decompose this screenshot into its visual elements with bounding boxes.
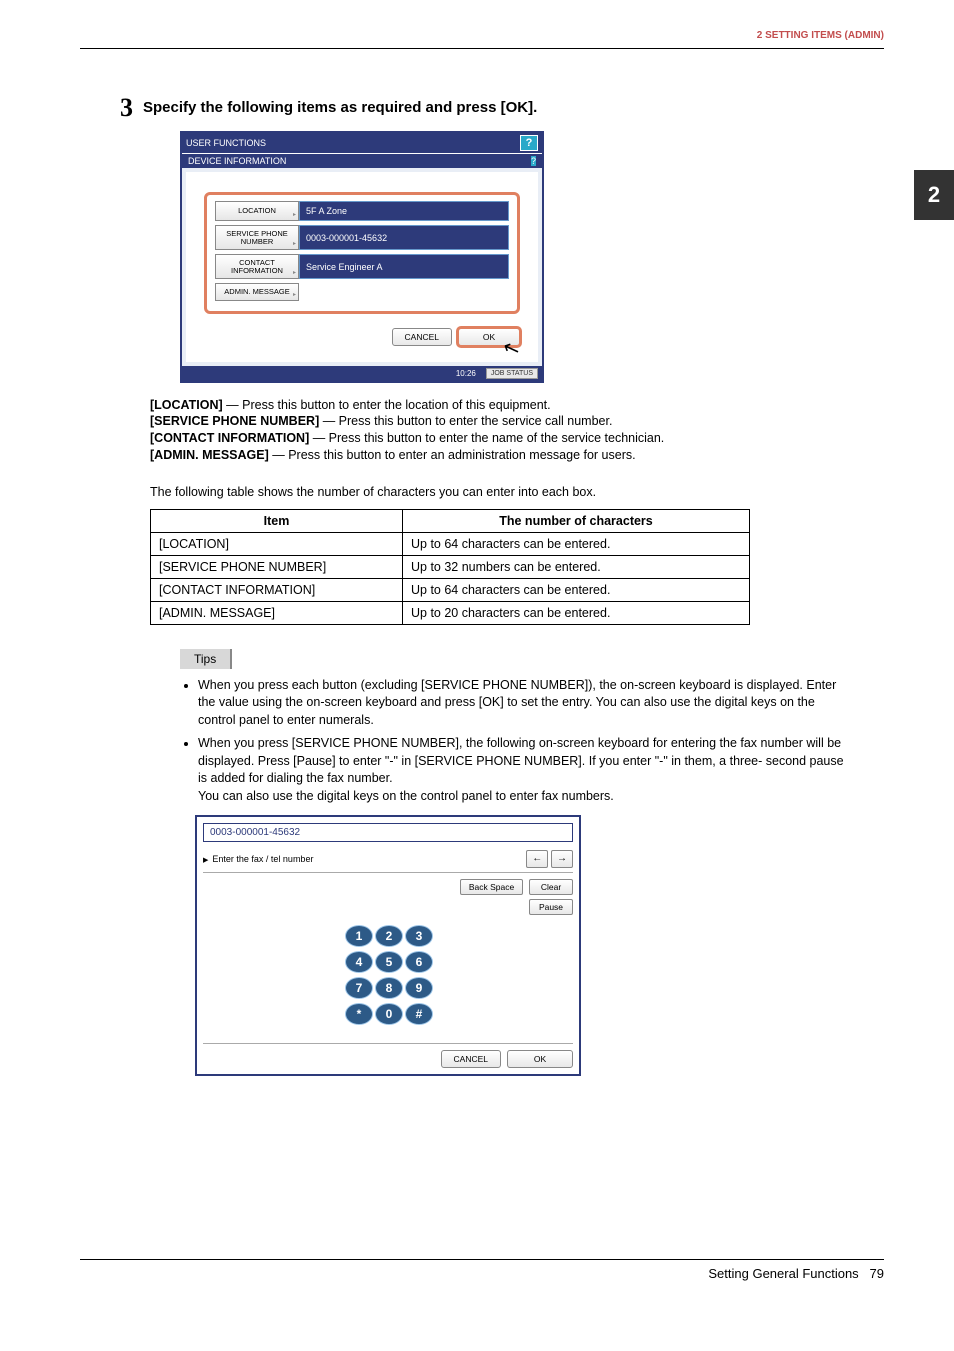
pause-button[interactable]: Pause xyxy=(529,899,573,915)
table-head-item: Item xyxy=(151,509,403,532)
keypad-hint: Enter the fax / tel number xyxy=(203,854,313,864)
step-number: 3 xyxy=(120,95,133,121)
admin-message-value xyxy=(299,283,509,301)
table-row: [SERVICE PHONE NUMBER]Up to 32 numbers c… xyxy=(151,555,750,578)
screenshot-keypad: 0003-000001-45632 Enter the fax / tel nu… xyxy=(195,815,581,1076)
admin-message-button[interactable]: ADMIN. MESSAGE xyxy=(215,283,299,301)
key-3[interactable]: 3 xyxy=(405,925,433,947)
step-title: Specify the following items as required … xyxy=(143,95,537,116)
table-row: [ADMIN. MESSAGE]Up to 20 characters can … xyxy=(151,601,750,624)
backspace-button[interactable]: Back Space xyxy=(460,879,523,895)
field-group-highlight: LOCATION 5F A Zone SERVICE PHONE NUMBER … xyxy=(204,192,520,314)
key-2[interactable]: 2 xyxy=(375,925,403,947)
key-8[interactable]: 8 xyxy=(375,977,403,999)
table-intro: The following table shows the number of … xyxy=(150,484,850,501)
header-rule xyxy=(80,48,884,49)
tip-item: When you press each button (excluding [S… xyxy=(198,677,850,730)
contact-info-button[interactable]: CONTACT INFORMATION xyxy=(215,254,299,279)
cancel-button[interactable]: CANCEL xyxy=(392,328,452,346)
help-icon[interactable]: ? xyxy=(520,135,538,151)
arrow-left-icon[interactable]: ← xyxy=(526,850,548,868)
page-footer: Setting General Functions 79 xyxy=(80,1259,884,1281)
job-status-button[interactable]: JOB STATUS xyxy=(486,368,538,379)
key-4[interactable]: 4 xyxy=(345,951,373,973)
help-icon[interactable]: ? xyxy=(531,156,536,166)
tips-label: Tips xyxy=(180,649,232,669)
numeric-keypad: 1 2 3 4 5 6 7 8 9 * 0 # xyxy=(203,925,573,1025)
table-row: [CONTACT INFORMATION]Up to 64 characters… xyxy=(151,578,750,601)
clear-button[interactable]: Clear xyxy=(529,879,573,895)
key-0[interactable]: 0 xyxy=(375,1003,403,1025)
key-6[interactable]: 6 xyxy=(405,951,433,973)
character-limit-table: Item The number of characters [LOCATION]… xyxy=(150,509,750,625)
shot1-title: USER FUNCTIONS xyxy=(186,138,266,148)
tip-item: When you press [SERVICE PHONE NUMBER], t… xyxy=(198,735,850,805)
service-phone-button[interactable]: SERVICE PHONE NUMBER xyxy=(215,225,299,250)
ok-button[interactable]: OK xyxy=(507,1050,573,1068)
screenshot-device-info: USER FUNCTIONS ? DEVICE INFORMATION ? LO… xyxy=(180,131,544,383)
arrow-right-icon[interactable]: → xyxy=(551,850,573,868)
key-1[interactable]: 1 xyxy=(345,925,373,947)
field-explanations: [LOCATION] — Press this button to enter … xyxy=(150,397,850,465)
shot1-subtitle: DEVICE INFORMATION xyxy=(188,156,286,166)
key-9[interactable]: 9 xyxy=(405,977,433,999)
contact-info-value: Service Engineer A xyxy=(299,254,509,279)
key-star[interactable]: * xyxy=(345,1003,373,1025)
table-row: [LOCATION]Up to 64 characters can be ent… xyxy=(151,532,750,555)
table-head-chars: The number of characters xyxy=(403,509,750,532)
cancel-button[interactable]: CANCEL xyxy=(441,1050,501,1068)
chapter-tab: 2 xyxy=(914,170,954,220)
service-phone-value: 0003-000001-45632 xyxy=(299,225,509,250)
header-breadcrumb: 2 SETTING ITEMS (ADMIN) xyxy=(757,30,884,41)
clock-text: 10:26 xyxy=(456,369,476,378)
location-button[interactable]: LOCATION xyxy=(215,201,299,221)
location-value: 5F A Zone xyxy=(299,201,509,221)
fax-number-input[interactable]: 0003-000001-45632 xyxy=(203,823,573,842)
tips-list: When you press each button (excluding [S… xyxy=(180,677,850,806)
key-hash[interactable]: # xyxy=(405,1003,433,1025)
key-7[interactable]: 7 xyxy=(345,977,373,999)
key-5[interactable]: 5 xyxy=(375,951,403,973)
